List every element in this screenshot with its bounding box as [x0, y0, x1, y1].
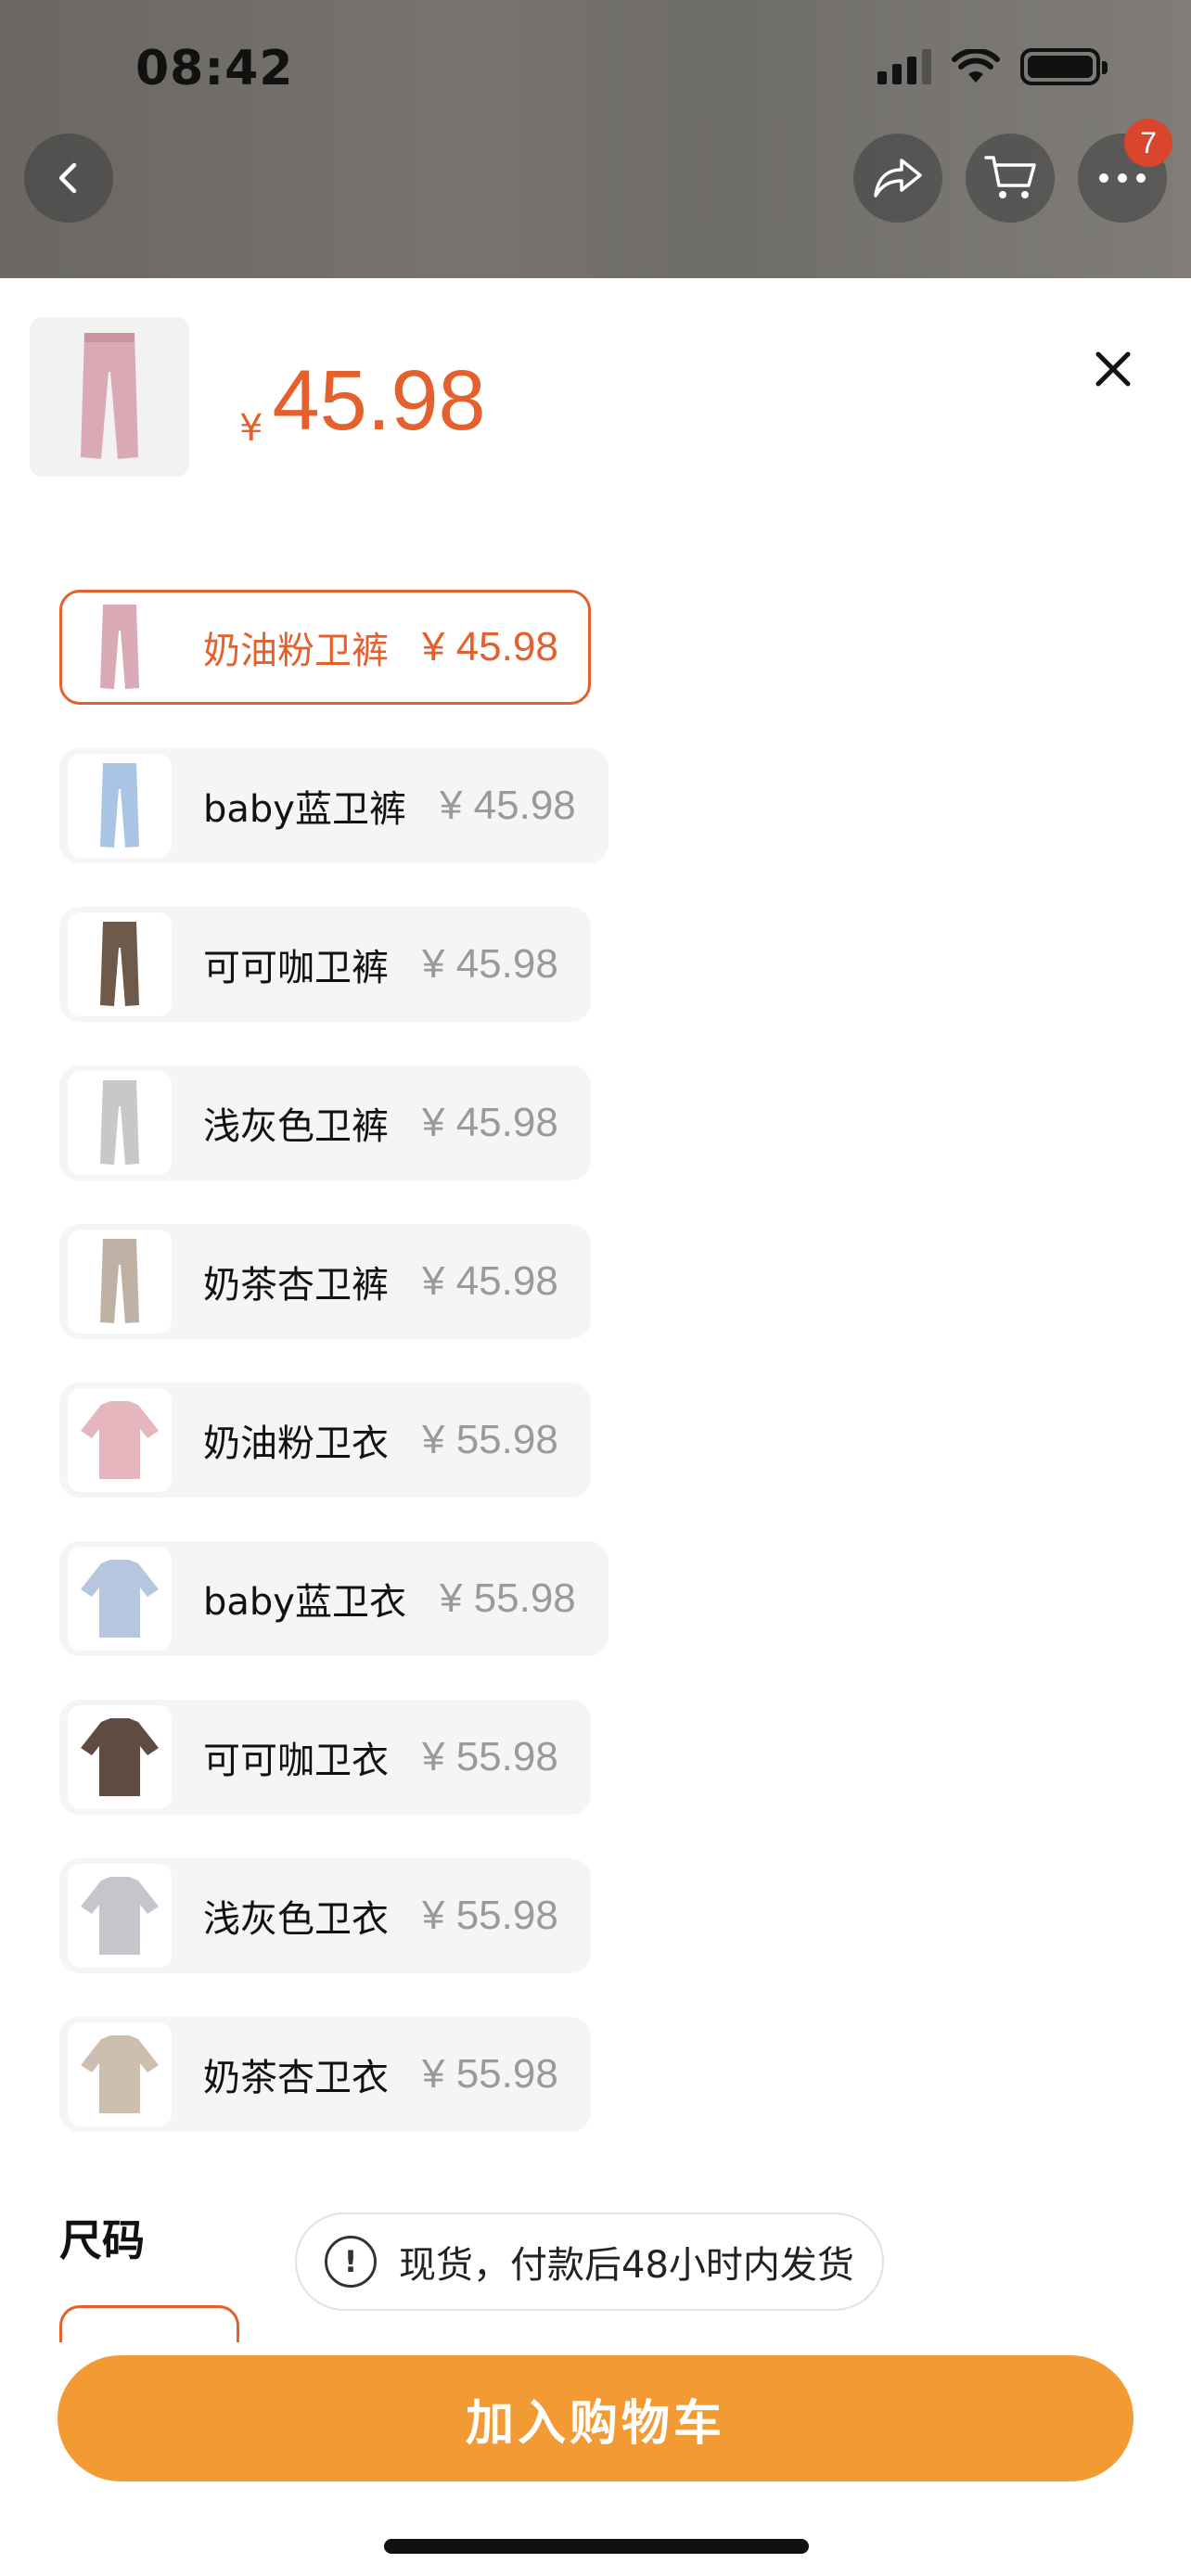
variant-thumbnail	[68, 1864, 172, 1968]
share-button[interactable]	[853, 134, 942, 223]
variant-price: ¥ 45.98	[422, 941, 558, 987]
variant-name: 奶油粉卫衣	[203, 1422, 389, 1465]
more-dots-icon	[1099, 173, 1146, 183]
variant-price: ¥ 55.98	[422, 1893, 558, 1938]
variant-option[interactable]: baby蓝卫衣 ¥ 55.98	[59, 1541, 608, 1656]
variant-name: 可可咖卫衣	[203, 1740, 389, 1782]
variant-option[interactable]: 可可咖卫裤 ¥ 45.98	[59, 907, 591, 1022]
variant-price: ¥ 45.98	[422, 1258, 558, 1304]
sweatshirt-image	[81, 1401, 159, 1479]
stock-tip: ! 现货，付款后48小时内发货	[295, 2213, 884, 2311]
more-button[interactable]: 7	[1078, 119, 1172, 223]
back-button[interactable]	[24, 134, 113, 223]
cart-button[interactable]	[966, 134, 1055, 223]
variant-thumbnail	[68, 754, 172, 858]
variant-name: 浅灰色卫衣	[203, 1898, 389, 1941]
notification-badge: 7	[1124, 119, 1172, 167]
selected-price: ¥45.98	[239, 352, 486, 450]
variant-price: ¥ 55.98	[422, 2051, 558, 2097]
add-to-cart-button[interactable]: 加入购物车	[58, 2355, 1133, 2481]
size-section-label: 尺码	[59, 2215, 145, 2265]
variant-price: ¥ 55.98	[439, 1575, 576, 1621]
variant-thumbnail	[68, 595, 172, 699]
color-variant-list: 奶油粉卫裤 ¥ 45.98 baby蓝卫裤 ¥ 45.98 可可咖卫裤 ¥ 45.98 浅灰…	[59, 590, 634, 2175]
cart-icon	[984, 156, 1036, 198]
pants-image	[81, 333, 138, 459]
variant-option[interactable]: 可可咖卫衣 ¥ 55.98	[59, 1700, 591, 1815]
variant-price: ¥ 45.98	[439, 783, 576, 828]
variant-name: baby蓝卫衣	[203, 1581, 406, 1624]
pants-image	[100, 922, 139, 1006]
sweatshirt-image	[81, 2035, 159, 2113]
variant-name: 奶茶杏卫裤	[203, 1264, 389, 1307]
status-time: 08:42	[135, 41, 294, 96]
variant-thumbnail	[68, 912, 172, 1016]
screen: 08:42 7 ¥ 45.98 奶油粉卫裤 ¥ 45.98 baby蓝卫裤 ¥ …	[0, 0, 1191, 2576]
variant-name: 浅灰色卫裤	[203, 1105, 389, 1148]
share-icon	[874, 159, 922, 198]
wifi-icon	[952, 49, 1000, 83]
variant-price: ¥ 45.98	[422, 1100, 558, 1145]
variant-price: ¥ 45.98	[422, 624, 558, 670]
battery-icon	[1020, 48, 1108, 85]
variant-option[interactable]: 浅灰色卫衣 ¥ 55.98	[59, 1858, 591, 1973]
cellular-signal-icon	[877, 49, 931, 84]
variant-name: 奶茶杏卫衣	[203, 2057, 389, 2099]
variant-name: baby蓝卫裤	[203, 788, 406, 831]
variant-price: ¥ 55.98	[422, 1417, 558, 1462]
size-option-chip[interactable]	[59, 2305, 239, 2342]
variant-name: 可可咖卫裤	[203, 947, 389, 989]
stock-tip-text: 现货，付款后48小时内发货	[399, 2244, 854, 2287]
currency-symbol: ¥	[239, 407, 263, 450]
info-alert-icon: !	[325, 2236, 377, 2288]
variant-thumbnail	[68, 1230, 172, 1333]
variant-thumbnail	[68, 1388, 172, 1492]
pants-image	[100, 1239, 139, 1323]
sweatshirt-image	[81, 1718, 159, 1796]
chevron-left-icon	[58, 162, 77, 194]
dimmed-product-background[interactable]: 08:42 7	[0, 0, 1191, 278]
variant-thumbnail	[68, 1071, 172, 1175]
variant-option[interactable]: 浅灰色卫裤 ¥ 45.98	[59, 1065, 591, 1180]
variant-option[interactable]: baby蓝卫裤 ¥ 45.98	[59, 748, 608, 863]
sweatshirt-image	[81, 1877, 159, 1955]
status-icons	[877, 48, 1108, 85]
pants-image	[100, 1080, 139, 1165]
variant-option[interactable]: 奶油粉卫衣 ¥ 55.98	[59, 1383, 591, 1498]
close-icon	[1095, 351, 1131, 387]
variant-thumbnail	[68, 1705, 172, 1809]
variant-name: 奶油粉卫裤	[203, 630, 389, 672]
selected-product-thumbnail[interactable]	[30, 317, 189, 477]
variant-thumbnail	[68, 2022, 172, 2126]
home-indicator	[384, 2539, 809, 2554]
variant-option[interactable]: 奶茶杏卫裤 ¥ 45.98	[59, 1224, 591, 1339]
sku-selection-sheet: ¥45.98 奶油粉卫裤 ¥ 45.98 baby蓝卫裤 ¥ 45.98 可可咖卫裤 ¥ …	[0, 278, 1191, 2576]
sweatshirt-image	[81, 1560, 159, 1638]
variant-thumbnail	[68, 1547, 172, 1651]
variant-price: ¥ 55.98	[422, 1734, 558, 1779]
close-button[interactable]	[1085, 341, 1141, 397]
price-value: 45.98	[272, 353, 486, 448]
variant-option[interactable]: 奶茶杏卫衣 ¥ 55.98	[59, 2017, 591, 2132]
pants-image	[100, 605, 139, 689]
variant-option[interactable]: 奶油粉卫裤 ¥ 45.98	[59, 590, 591, 705]
pants-image	[100, 763, 139, 848]
